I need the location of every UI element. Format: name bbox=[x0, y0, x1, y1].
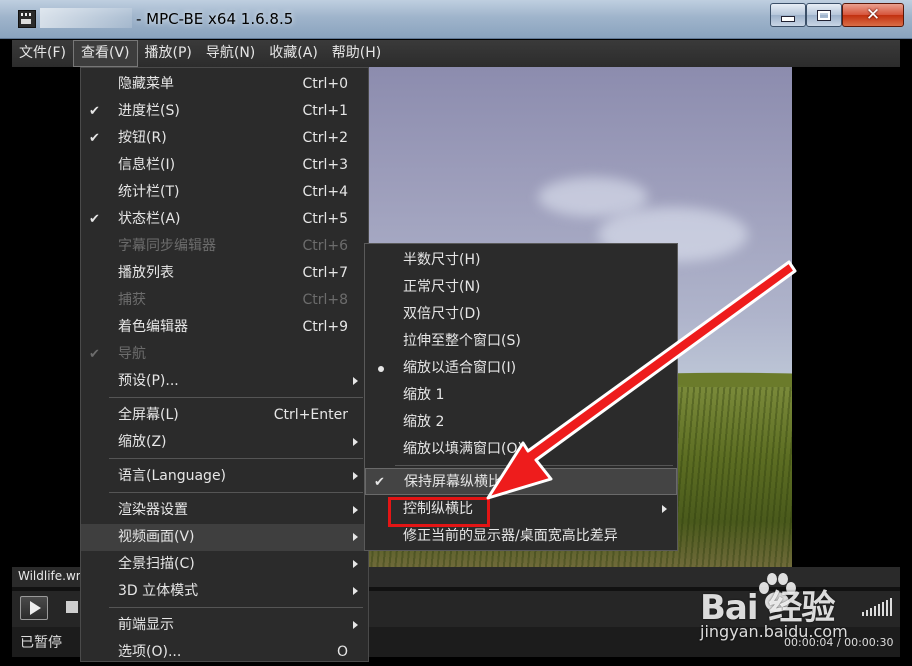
annotation-arrow bbox=[486, 260, 797, 500]
watermark-url: jingyan.baidu.com bbox=[700, 622, 848, 641]
